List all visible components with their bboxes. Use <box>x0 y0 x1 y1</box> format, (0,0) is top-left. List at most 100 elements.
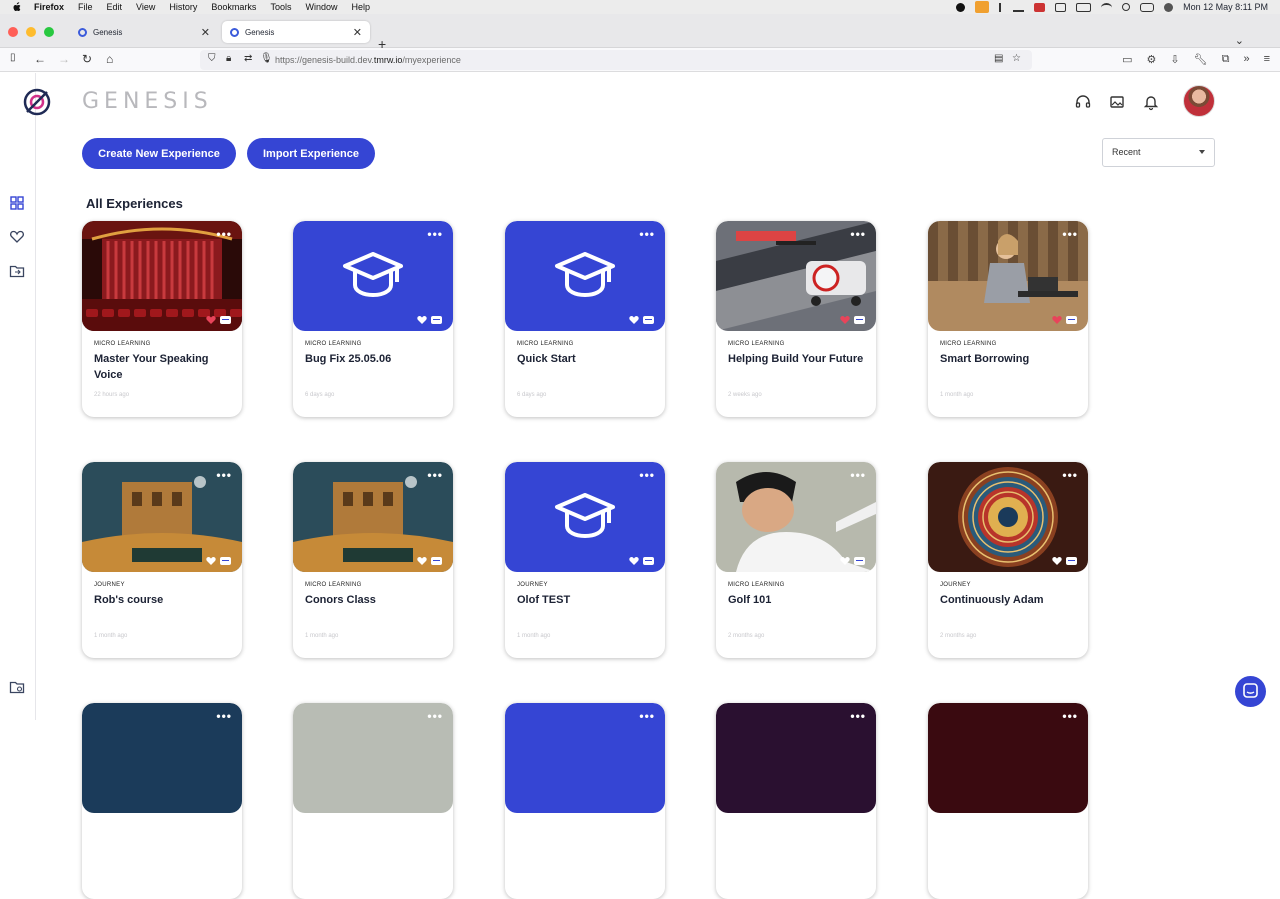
experience-card[interactable]: ••• JOURNEY Rob's course 1 month ago <box>82 462 242 658</box>
like-heart-icon[interactable] <box>629 556 639 565</box>
comment-icon[interactable] <box>1066 557 1077 565</box>
grid-icon[interactable] <box>9 195 25 211</box>
wifi-icon[interactable] <box>1101 2 1113 12</box>
card-title[interactable]: Master Your Speaking Voice <box>94 351 234 383</box>
card-title[interactable]: Rob's course <box>94 592 234 608</box>
display-icon[interactable] <box>1055 2 1067 12</box>
experience-card[interactable]: ••• MICRO LEARNING Smart Borrowing 1 month … <box>928 221 1088 417</box>
record-icon[interactable] <box>956 2 966 12</box>
menu-window[interactable]: Window <box>305 2 337 12</box>
experience-card[interactable]: ••• <box>505 703 665 899</box>
browser-tab-1[interactable]: Genesis ✕ <box>70 21 218 43</box>
like-heart-icon[interactable] <box>206 315 216 324</box>
card-title[interactable]: Conors Class <box>305 592 445 608</box>
app-menu-icon[interactable]: ≡ <box>1264 53 1270 66</box>
card-thumbnail[interactable]: ••• <box>82 462 242 572</box>
app-status-icon[interactable] <box>1034 2 1046 12</box>
comment-icon[interactable] <box>643 316 654 324</box>
like-heart-icon[interactable] <box>206 556 216 565</box>
tracking-protection-icon[interactable]: ⛉ <box>208 53 216 64</box>
card-thumbnail[interactable]: ••• <box>82 221 242 331</box>
card-title[interactable]: Quick Start <box>517 351 657 367</box>
card-title[interactable]: Continuously Adam <box>940 592 1080 608</box>
menu-help[interactable]: Help <box>351 2 370 12</box>
experience-card[interactable]: ••• MICRO LEARNING Quick Start 6 days ago <box>505 221 665 417</box>
like-heart-icon[interactable] <box>840 315 850 324</box>
menu-tools[interactable]: Tools <box>270 2 291 12</box>
like-heart-icon[interactable] <box>840 556 850 565</box>
like-heart-icon[interactable] <box>1052 556 1062 565</box>
pocket-icon[interactable]: ▭ <box>1122 53 1132 66</box>
card-thumbnail[interactable]: ••• <box>928 221 1088 331</box>
experience-card[interactable]: ••• JOURNEY Olof TEST 1 month ago <box>505 462 665 658</box>
card-thumbnail[interactable]: ••• <box>716 462 876 572</box>
home-icon[interactable]: ⌂ <box>106 52 113 66</box>
more-options-icon[interactable]: ••• <box>427 468 443 482</box>
more-options-icon[interactable]: ••• <box>1062 468 1078 482</box>
battery-icon[interactable] <box>1076 2 1092 12</box>
spotlight-icon[interactable] <box>1122 3 1131 11</box>
card-title[interactable]: Olof TEST <box>517 592 657 608</box>
more-options-icon[interactable]: ••• <box>216 227 232 241</box>
reader-view-icon[interactable]: ▤ <box>994 53 1003 64</box>
import-experience-button[interactable]: Import Experience <box>247 138 375 169</box>
comment-icon[interactable] <box>643 557 654 565</box>
like-heart-icon[interactable] <box>417 556 427 565</box>
card-thumbnail[interactable]: ••• <box>293 462 453 572</box>
url-text[interactable]: https://genesis-build.dev.tmrw.io/myexpe… <box>275 55 461 65</box>
microphone-permission-icon[interactable]: 🎙︎ <box>260 53 273 64</box>
experience-card[interactable]: ••• MICRO LEARNING Conors Class 1 month ago <box>293 462 453 658</box>
folder-settings-icon[interactable] <box>9 679 25 695</box>
card-thumbnail[interactable]: ••• <box>505 462 665 572</box>
extensions-icon[interactable]: ⧉ <box>1222 53 1230 66</box>
comment-icon[interactable] <box>854 557 865 565</box>
image-gallery-icon[interactable] <box>1108 93 1126 111</box>
card-title[interactable]: Bug Fix 25.05.06 <box>305 351 445 367</box>
card-thumbnail[interactable]: ••• <box>505 221 665 331</box>
overflow-chevron-icon[interactable]: » <box>1243 53 1249 66</box>
experience-card[interactable]: ••• <box>928 703 1088 899</box>
more-options-icon[interactable]: ••• <box>639 468 655 482</box>
more-options-icon[interactable]: ••• <box>850 709 866 723</box>
bell-icon[interactable] <box>1142 93 1160 111</box>
menu-file[interactable]: File <box>78 2 93 12</box>
siri-icon[interactable] <box>1164 2 1174 12</box>
menubar-datetime[interactable]: Mon 12 May 8:11 PM <box>1183 2 1268 12</box>
more-options-icon[interactable]: ••• <box>427 709 443 723</box>
folder-icon[interactable] <box>9 263 25 279</box>
close-tab-icon[interactable]: ✕ <box>201 26 210 39</box>
wrench-icon[interactable]: 🔧︎ <box>1194 53 1208 66</box>
cast-icon[interactable] <box>1013 3 1025 12</box>
menu-view[interactable]: View <box>136 2 155 12</box>
more-options-icon[interactable]: ••• <box>850 227 866 241</box>
user-avatar[interactable] <box>1183 85 1215 117</box>
menu-edit[interactable]: Edit <box>107 2 123 12</box>
comment-icon[interactable] <box>220 316 231 324</box>
experience-card[interactable]: ••• <box>293 703 453 899</box>
menu-history[interactable]: History <box>169 2 197 12</box>
more-options-icon[interactable]: ••• <box>216 709 232 723</box>
comment-icon[interactable] <box>431 557 442 565</box>
permissions-icon[interactable]: ⇄ <box>244 53 252 64</box>
menu-app-name[interactable]: Firefox <box>34 2 64 12</box>
comment-icon[interactable] <box>220 557 231 565</box>
card-title[interactable]: Smart Borrowing <box>940 351 1080 367</box>
url-bar[interactable]: ⛉ 🔒︎ ⇄ 🎙︎ https://genesis-build.dev.tmrw… <box>200 50 1032 70</box>
genesis-logo-icon[interactable] <box>22 87 52 117</box>
downloads-icon[interactable]: ⇩ <box>1170 53 1179 66</box>
heart-icon[interactable] <box>9 228 25 244</box>
headset-icon[interactable] <box>1074 93 1092 111</box>
card-thumbnail[interactable]: ••• <box>928 462 1088 572</box>
apple-icon[interactable] <box>12 2 22 12</box>
menu-bookmarks[interactable]: Bookmarks <box>211 2 256 12</box>
support-chat-button[interactable] <box>1235 676 1266 707</box>
like-heart-icon[interactable] <box>417 315 427 324</box>
forward-icon[interactable]: → <box>58 52 70 66</box>
control-center-icon[interactable] <box>1140 2 1155 12</box>
more-options-icon[interactable]: ••• <box>216 468 232 482</box>
zoom-window-button[interactable] <box>44 27 54 37</box>
close-window-button[interactable] <box>8 27 18 37</box>
experience-card[interactable]: ••• MICRO LEARNING Golf 101 2 months ago <box>716 462 876 658</box>
genesis-wordmark[interactable]: GENESIS <box>82 89 213 114</box>
lock-icon[interactable]: 🔒︎ <box>226 53 231 64</box>
